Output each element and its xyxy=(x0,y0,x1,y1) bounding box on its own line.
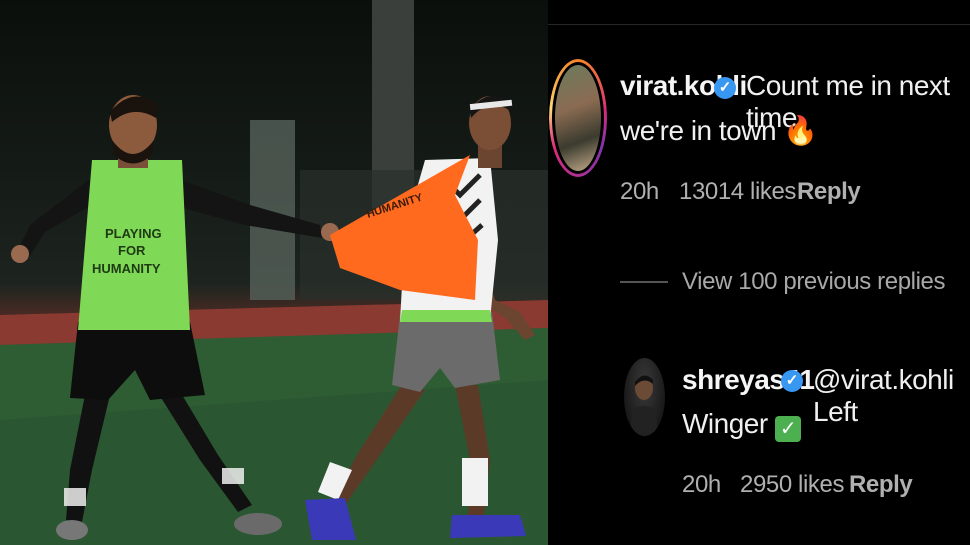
avatar-shreyas-image xyxy=(630,375,658,436)
comment-text-line2-body: we're in town xyxy=(620,115,777,146)
player2-shirt-hem xyxy=(400,310,492,322)
reply-button[interactable]: Reply xyxy=(849,471,913,499)
avatar-shreyas[interactable] xyxy=(624,358,665,436)
avatar-inner xyxy=(552,62,604,174)
photo-scene: PLAYING FOR HUMANITY HUMANITY xyxy=(0,0,548,545)
bib-text-line2: FOR xyxy=(118,243,146,258)
avatar-virat[interactable] xyxy=(549,59,607,177)
story-ring xyxy=(549,59,607,177)
comment-likes[interactable]: 13014 likes xyxy=(679,178,796,206)
player1-shoe-left xyxy=(56,520,88,540)
player1-right-arm xyxy=(172,178,322,238)
comments-panel: virat.kohli ✓ Count me in next time we'r… xyxy=(548,0,970,545)
player1-sock-stripe xyxy=(64,488,86,506)
player1-sock-stripe-2 xyxy=(222,468,244,484)
bib-text-line3: HUMANITY xyxy=(92,261,161,276)
comment-text-body: Winger xyxy=(682,408,768,439)
check-mark-emoji-icon: ✓ xyxy=(774,416,801,442)
view-replies-line xyxy=(620,281,668,283)
comment-time: 20h xyxy=(682,471,721,498)
comment-time: 20h xyxy=(620,178,659,205)
divider xyxy=(548,24,970,25)
avatar-shirt xyxy=(630,406,658,436)
comment-mention-text[interactable]: @virat.kohli Left xyxy=(813,364,970,428)
verified-badge-icon: ✓ xyxy=(714,77,736,99)
avatar-image xyxy=(555,65,601,171)
football-photo: PLAYING FOR HUMANITY HUMANITY xyxy=(0,0,548,545)
fire-emoji-icon: 🔥 xyxy=(783,115,818,146)
comment-likes[interactable]: 2950 likes xyxy=(740,471,844,499)
reply-button[interactable]: Reply xyxy=(797,178,861,206)
bib-text-line1: PLAYING xyxy=(105,226,162,241)
view-previous-replies-link[interactable]: View 100 previous replies xyxy=(682,268,945,296)
comment-text-line2: we're in town 🔥 xyxy=(620,114,818,147)
player2-sock-right xyxy=(462,458,488,506)
player1-shoe-right xyxy=(234,513,282,535)
player1-left-hand xyxy=(11,245,29,263)
verified-badge-icon: ✓ xyxy=(781,370,803,392)
comment-text-line2-shreyas: Winger ✓ xyxy=(682,408,801,442)
player2-shoe-right xyxy=(450,515,526,538)
